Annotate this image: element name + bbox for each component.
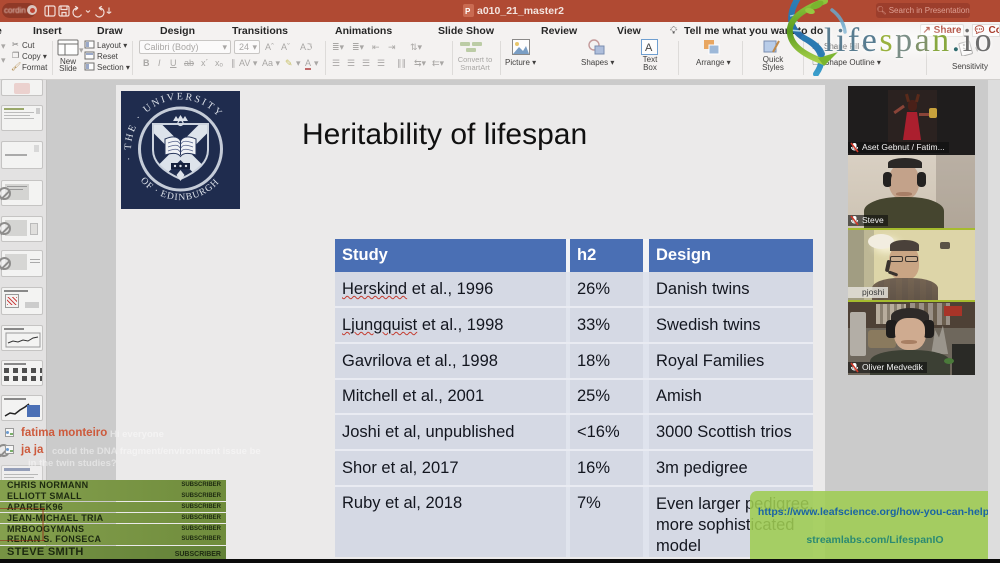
svg-text:A: A — [645, 42, 653, 54]
